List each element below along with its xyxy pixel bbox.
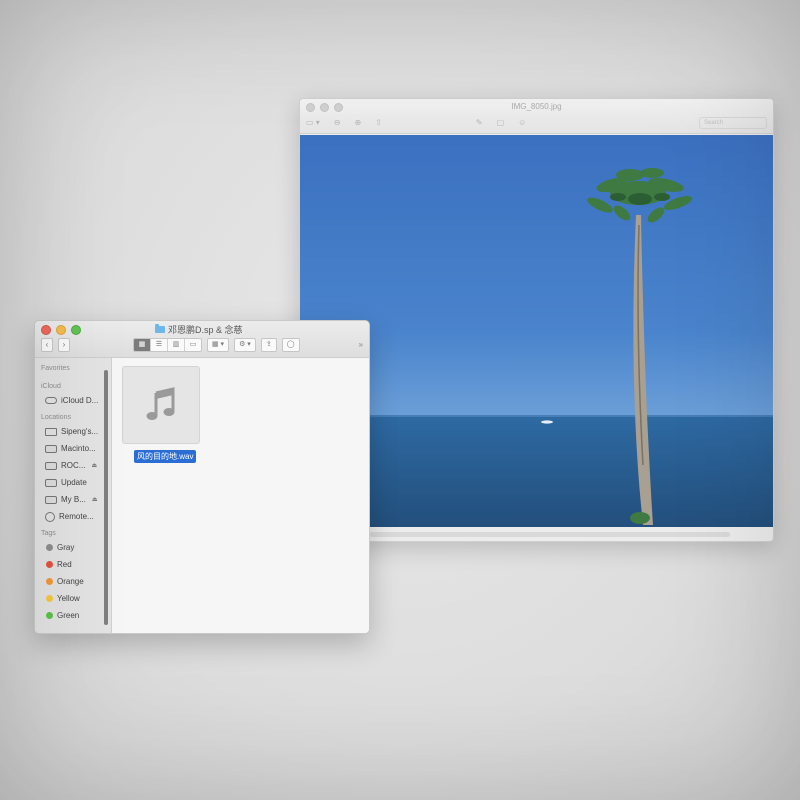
finder-titlebar[interactable]: 邓恩鹏D.sp & 念慈 ‹ › ▦ ☰ ▥ ▭ ▦ ▾ ⚙ ▾ ⇪ ◯ » [35,321,369,358]
group-button[interactable]: ▦ ▾ [207,337,230,352]
sidebar-item-label: Sipeng's... [61,427,99,436]
sidebar-item-label: Green [57,611,80,620]
red-tag-dot-icon [46,561,53,568]
window-controls [41,325,81,335]
monitor-icon [45,427,57,436]
sidebar-item-label: Gray [57,543,75,552]
rotate-button[interactable]: ▢ [497,117,505,129]
audio-file-icon[interactable] [122,366,200,444]
eject-icon[interactable]: ⏏ [91,462,97,469]
sidebar-scrollbar[interactable] [104,370,108,625]
minimize-button[interactable] [56,325,66,335]
gray-tag-dot-icon [46,544,53,551]
preview-window[interactable]: IMG_8050.jpg ▭ ▾ ⊖ ⊕ ⇧ ✎ ▢ ☺ Search [299,98,774,542]
music-note-icon [146,387,175,420]
sidebar-tag-gray[interactable]: Gray [35,539,111,556]
icon-view-button[interactable]: ▦ [134,338,151,351]
sidebar-item-label: Orange [57,577,84,586]
back-button[interactable]: ‹ [41,337,53,352]
action-button[interactable]: ⚙ ▾ [234,337,256,352]
forward-button[interactable]: › [58,337,70,352]
horizontal-scrollbar[interactable] [370,532,730,537]
eject-icon[interactable]: ⏏ [92,496,98,503]
photo-canvas [300,135,773,527]
sidebar-item-label: ROC... [61,461,86,470]
zoom-in-button[interactable]: ⊕ [355,117,362,129]
sidebar-item-computer[interactable]: Sipeng's... [35,423,111,440]
finder-title: 邓恩鹏D.sp & 念慈 [155,323,243,336]
sidebar-tag-green[interactable]: Green [35,607,111,624]
sidebar-item-remote-disc[interactable]: Remote... [35,508,111,525]
preview-title: IMG_8050.jpg [511,102,562,111]
palm-tree-photo [300,135,773,527]
list-view-button[interactable]: ☰ [151,338,168,351]
gallery-view-button[interactable]: ▭ [185,338,201,351]
share-button[interactable]: ⇧ [375,117,382,129]
green-tag-dot-icon [46,612,53,619]
file-name-label[interactable]: 风的目的地.wav [134,450,197,463]
sidebar-tag-orange[interactable]: Orange [35,573,111,590]
tag-button[interactable]: ◯ [281,337,300,352]
disk-icon [45,444,57,453]
toolbar-overflow-button[interactable]: » [359,340,363,349]
sidebar-item-label: Red [57,560,72,569]
annotate-button[interactable]: ☺ [518,117,526,129]
search-field[interactable]: Search [699,117,767,129]
finder-body: Favorites iCloud iCloud D... Locations S… [35,358,369,633]
preview-titlebar[interactable]: IMG_8050.jpg ▭ ▾ ⊖ ⊕ ⇧ ✎ ▢ ☺ Search [300,99,773,134]
sidebar-item-macintosh-hd[interactable]: Macinto... [35,440,111,457]
close-button[interactable] [41,325,51,335]
sidebar-item-label: iCloud D... [61,396,99,405]
sidebar-item-label: My B... [61,495,86,504]
zoom-button[interactable] [71,325,81,335]
share-button[interactable]: ⇪ [260,337,277,352]
finder-toolbar: ‹ › ▦ ☰ ▥ ▭ ▦ ▾ ⚙ ▾ ⇪ ◯ » [41,337,363,352]
sidebar-section-locations: Locations [41,414,71,421]
sidebar-section-favorites: Favorites [41,365,70,372]
zoom-out-button[interactable]: ⊖ [334,117,341,129]
file-area[interactable]: 风的目的地.wav [112,358,369,633]
sidebar-item-label: Remote... [59,512,94,521]
globe-icon [45,511,55,522]
finder-title-text: 邓恩鹏D.sp & 念慈 [168,325,243,335]
disk-icon [45,478,57,487]
sidebar-section-icloud: iCloud [41,383,61,390]
sidebar-item-icloud-drive[interactable]: iCloud D... [35,392,111,409]
folder-icon [155,324,165,333]
preview-toolbar: ▭ ▾ ⊖ ⊕ ⇧ ✎ ▢ ☺ Search [306,117,767,129]
column-view-button[interactable]: ▥ [168,338,185,351]
sidebar-item-label: Yellow [57,594,80,603]
view-menu-button[interactable]: ▭ ▾ [306,117,320,129]
sidebar-item-update[interactable]: Update [35,474,111,491]
sidebar-section-tags: Tags [41,530,56,537]
view-switcher: ▦ ☰ ▥ ▭ [133,337,202,352]
sidebar-item-label: Update [61,478,87,487]
cloud-icon [45,397,57,404]
sidebar-tag-red[interactable]: Red [35,556,111,573]
sidebar-item-my-book[interactable]: My B... ⏏ [35,491,111,508]
yellow-tag-dot-icon [46,595,53,602]
orange-tag-dot-icon [46,578,53,585]
sidebar-tag-yellow[interactable]: Yellow [35,590,111,607]
disk-icon [45,495,57,504]
sidebar: Favorites iCloud iCloud D... Locations S… [35,358,112,633]
sidebar-item-label: Macinto... [61,444,96,453]
disk-icon [45,461,57,470]
markup-button[interactable]: ✎ [476,117,483,129]
sidebar-item-roc-volume[interactable]: ROC... ⏏ [35,457,111,474]
finder-window[interactable]: 邓恩鹏D.sp & 念慈 ‹ › ▦ ☰ ▥ ▭ ▦ ▾ ⚙ ▾ ⇪ ◯ » F… [34,320,370,634]
